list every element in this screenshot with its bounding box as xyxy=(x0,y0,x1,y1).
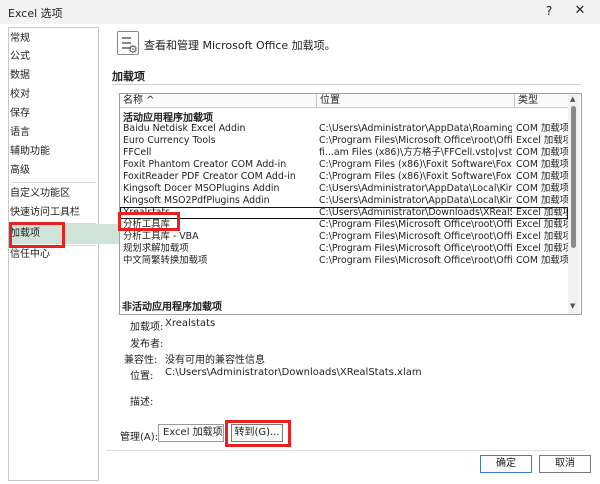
addin-row[interactable]: 规划求解加载项 C:\Program Files\Microsoft Office… xyxy=(120,243,568,255)
manage-label: 管理(A): xyxy=(120,432,159,443)
nav-item-data[interactable]: 数据 xyxy=(10,66,96,86)
group-inactive-addins: 非活动应用程序加载项 xyxy=(122,302,222,313)
addin-location-cell: C:\Users\Administrator\AppData\Roaming\b… xyxy=(319,123,512,134)
chevron-down-icon: ⌄ xyxy=(214,428,221,437)
gear-icon: ⚙ xyxy=(128,43,138,56)
addin-row[interactable]: 分析工具库 C:\Program Files\Microsoft Office\r… xyxy=(120,219,568,231)
addin-location-cell: C:\Program Files\Microsoft Office\root\O… xyxy=(319,219,512,230)
detail-location-value: C:\Users\Administrator\Downloads\XRealSt… xyxy=(165,367,422,378)
addin-type-cell: Excel 加载项 xyxy=(516,231,568,242)
addin-type-cell: Excel 加载项 xyxy=(516,135,568,146)
addin-name-cell: FoxitReader PDF Creator COM Add-in xyxy=(123,171,296,182)
addin-type-cell: COM 加载项 xyxy=(516,183,568,194)
nav-item-addins-label: 加载项 xyxy=(10,228,40,239)
addin-name-cell: Kingsoft Docer MSOPlugins Addin xyxy=(123,183,280,194)
addin-name-cell: Baidu Netdisk Excel Addin xyxy=(123,123,246,134)
addin-location-cell: C:\Users\Administrator\Downloads\XRealSt… xyxy=(319,207,512,218)
nav-separator xyxy=(10,182,96,183)
manage-dropdown[interactable]: Excel 加载项 ⌄ xyxy=(158,424,224,442)
addin-name-cell: FFCell xyxy=(123,147,152,158)
addin-name-cell: Foxit Phantom Creator COM Add-in xyxy=(123,159,287,170)
addin-type-cell: COM 加载项 xyxy=(516,171,568,182)
addin-location-cell: C:\Program Files (x86)\Foxit Software\Fo… xyxy=(319,159,512,170)
group-active-addins: 活动应用程序加载项 xyxy=(123,113,213,124)
detail-publisher-label: 发布者: xyxy=(130,339,164,350)
addin-type-cell: COM 加载项 xyxy=(516,255,568,266)
addin-name-cell: 中文简繁转换加载项 xyxy=(123,255,208,266)
vertical-scrollbar[interactable]: ▲ ▼ xyxy=(568,94,580,314)
addins-list[interactable]: 名称 ^ 位置 类型 活动应用程序加载项 Baidu Netdisk Excel… xyxy=(119,93,582,315)
detail-compat-label: 兼容性: xyxy=(124,355,158,366)
detail-desc-label: 描述: xyxy=(130,397,154,408)
addin-row[interactable]: 中文简繁转换加载项 C:\Program Files\Microsoft Offi… xyxy=(120,255,568,267)
nav-item-trust-center[interactable]: 信任中心 xyxy=(10,245,96,265)
detail-location-label: 位置: xyxy=(130,371,154,382)
detail-addin-label: 加载项: xyxy=(130,322,164,333)
addin-location-cell: C:\Users\Administrator\AppData\Local\Kin… xyxy=(319,183,512,194)
nav-item-accessibility[interactable]: 辅助功能 xyxy=(10,142,96,162)
nav-item-advanced[interactable]: 高级 xyxy=(10,161,96,181)
nav-item-customize-ribbon[interactable]: 自定义功能区 xyxy=(10,184,96,204)
footer-divider xyxy=(106,450,586,451)
addin-row[interactable]: Xrealstats C:\Users\Administrator\Downloa… xyxy=(120,207,568,219)
scroll-down-arrow-icon[interactable]: ▼ xyxy=(570,302,575,310)
section-divider xyxy=(112,84,582,85)
addin-name-cell: Kingsoft MSO2PdfPlugins Addin xyxy=(123,195,270,206)
addin-name-cell: Xrealstats xyxy=(123,207,171,218)
addin-name-cell: 分析工具库 - VBA xyxy=(123,231,199,242)
addin-name-cell: 分析工具库 xyxy=(123,219,170,230)
addin-row[interactable]: Euro Currency Tools C:\Program Files\Micr… xyxy=(120,135,568,147)
addin-row[interactable]: Kingsoft MSO2PdfPlugins Addin C:\Users\Ad… xyxy=(120,195,568,207)
column-header-type[interactable]: 类型 xyxy=(515,94,568,108)
addin-location-cell: C:\Program Files\Microsoft Office\root\O… xyxy=(319,255,512,266)
nav-item-proofing[interactable]: 校对 xyxy=(10,85,96,105)
addin-row[interactable]: Baidu Netdisk Excel Addin C:\Users\Admini… xyxy=(120,123,568,135)
page-header: 查看和管理 Microsoft Office 加载项。 xyxy=(144,39,336,52)
addin-row[interactable]: FFCell fi...am Files (x86)\方方格子\FFCell.vs… xyxy=(120,147,568,159)
column-header-name[interactable]: 名称 ^ xyxy=(120,94,317,108)
addin-location-cell: C:\Program Files\Microsoft Office\root\O… xyxy=(319,135,512,146)
addin-type-cell: Excel 加载项 xyxy=(516,207,568,218)
nav-item-general[interactable]: 常规 xyxy=(10,29,96,49)
addin-row[interactable]: FoxitReader PDF Creator COM Add-in C:\Pro… xyxy=(120,171,568,183)
addin-type-cell: COM 加载项 xyxy=(516,195,568,206)
addin-name-cell: 规划求解加载项 xyxy=(123,243,189,254)
section-title: 加载项 xyxy=(112,70,145,83)
help-button[interactable]: ? xyxy=(541,4,557,18)
nav-item-addins[interactable]: 加载项 xyxy=(9,224,123,244)
scroll-thumb[interactable] xyxy=(571,106,576,248)
addin-location-cell: C:\Program Files\Microsoft Office\root\O… xyxy=(319,231,512,242)
addin-row[interactable]: 分析工具库 - VBA C:\Program Files\Microsoft Of… xyxy=(120,231,568,243)
column-header-location[interactable]: 位置 xyxy=(317,94,515,108)
addin-location-cell: fi...am Files (x86)\方方格子\FFCell.vsto|vst… xyxy=(319,147,512,158)
addin-type-cell: COM 加载项 xyxy=(516,123,568,134)
addin-name-cell: Euro Currency Tools xyxy=(123,135,216,146)
addin-location-cell: C:\Program Files (x86)\Foxit Software\Fo… xyxy=(319,171,512,182)
ok-button[interactable]: 确定 xyxy=(480,455,532,473)
addin-location-cell: C:\Program Files\Microsoft Office\root\O… xyxy=(319,243,512,254)
addin-type-cell: COM 加载项 xyxy=(516,159,568,170)
nav-item-language[interactable]: 语言 xyxy=(10,123,96,143)
detail-compat-value: 没有可用的兼容性信息 xyxy=(165,355,265,366)
addin-type-cell: COM 加载项 xyxy=(516,147,568,158)
addin-row[interactable]: Kingsoft Docer MSOPlugins Addin C:\Users\… xyxy=(120,183,568,195)
nav-item-formulas[interactable]: 公式 xyxy=(10,47,96,67)
nav-item-save[interactable]: 保存 xyxy=(10,104,96,124)
addin-type-cell: Excel 加载项 xyxy=(516,219,568,230)
close-button[interactable]: ✕ xyxy=(572,3,588,18)
addin-type-cell: Excel 加载项 xyxy=(516,243,568,254)
scroll-up-arrow-icon[interactable]: ▲ xyxy=(570,95,575,103)
nav-item-quick-access-toolbar[interactable]: 快速访问工具栏 xyxy=(10,203,96,223)
addin-row[interactable]: Foxit Phantom Creator COM Add-in C:\Progr… xyxy=(120,159,568,171)
window-title: Excel 选项 xyxy=(8,7,63,20)
title-bar: Excel 选项 ? ✕ xyxy=(0,0,600,24)
addin-location-cell: C:\Users\Administrator\AppData\Local\Kin… xyxy=(319,195,512,206)
cancel-button[interactable]: 取消 xyxy=(539,455,591,473)
go-button[interactable]: 转到(G)... xyxy=(231,424,283,442)
detail-addin-value: Xrealstats xyxy=(165,318,216,329)
